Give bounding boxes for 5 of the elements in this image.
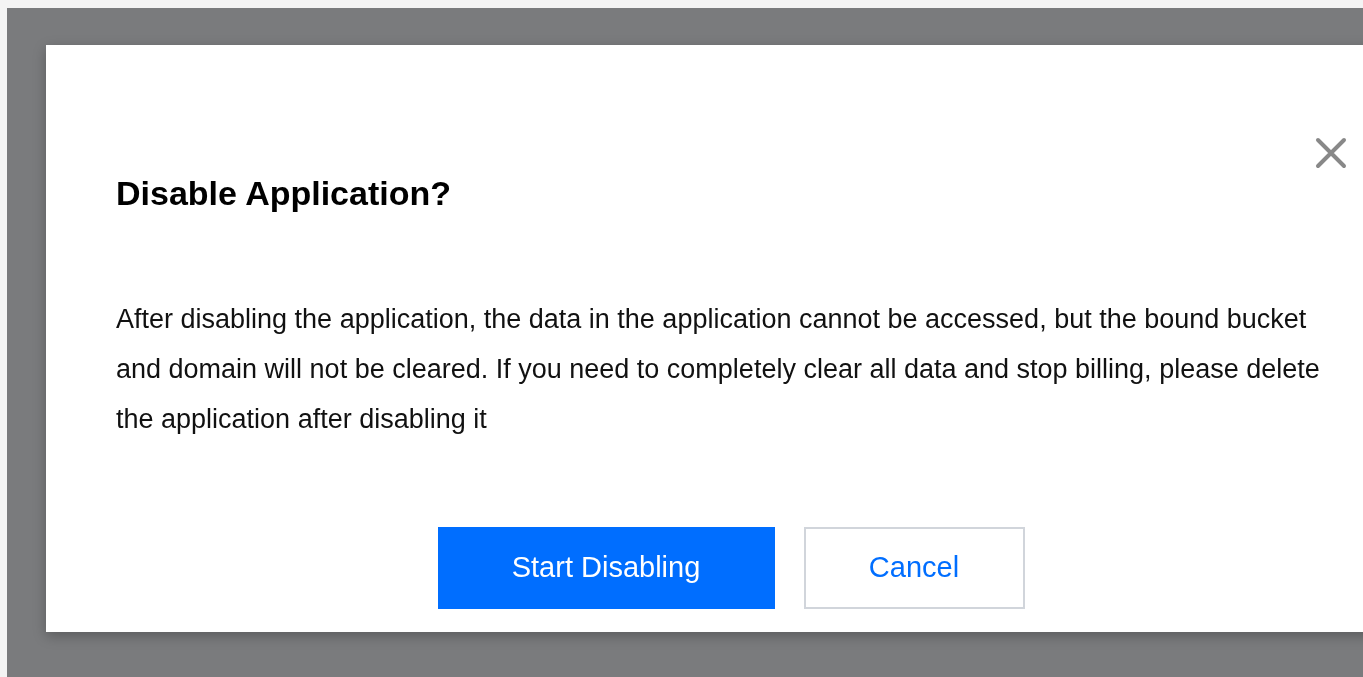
close-icon[interactable] <box>1315 137 1347 169</box>
cancel-button[interactable]: Cancel <box>803 527 1025 609</box>
start-disabling-button[interactable]: Start Disabling <box>437 527 775 609</box>
dialog-title: Disable Application? <box>116 173 451 214</box>
dialog-message: After disabling the application, the data in the application cannot be accessed, but the bound bucket and domain will not be cleared. If you need to completely clear all data and stop billing, please delete the application after disabling it <box>116 303 1321 436</box>
